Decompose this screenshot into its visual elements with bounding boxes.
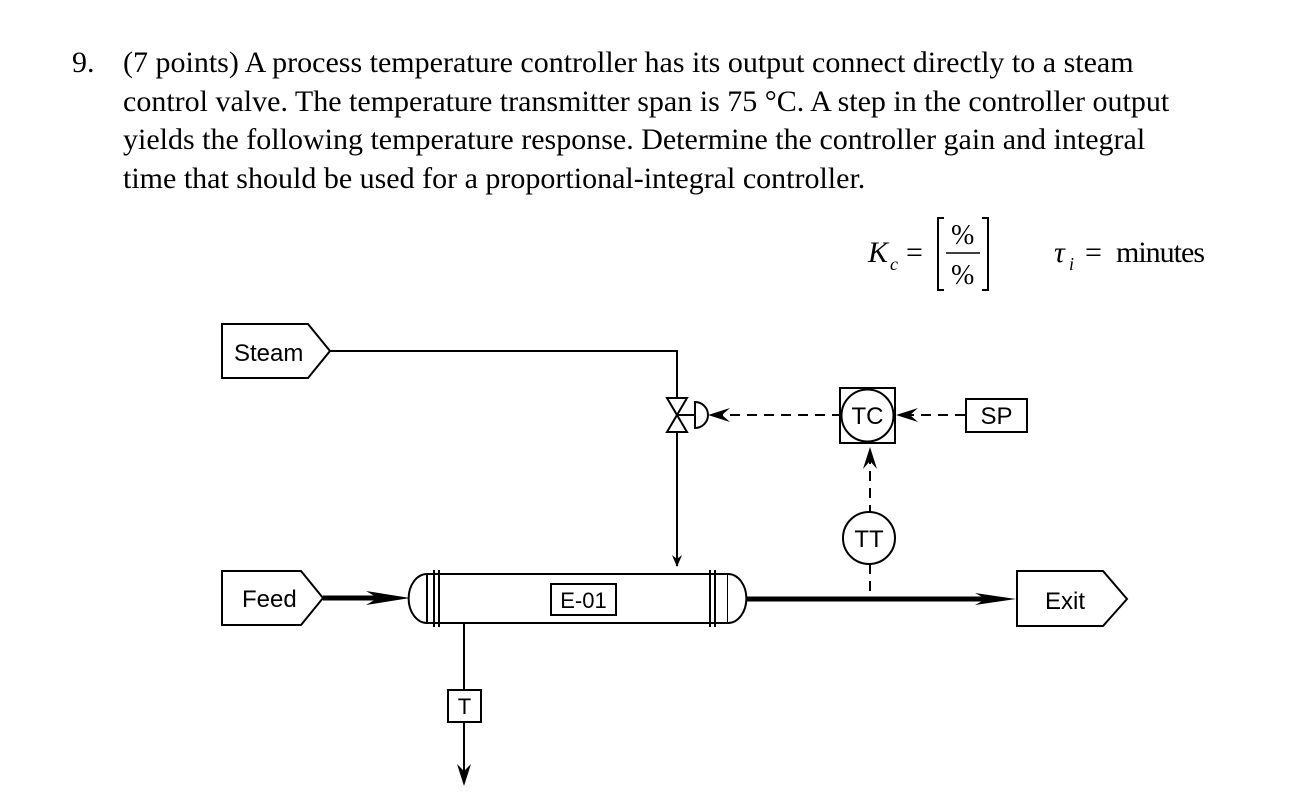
feed-stream-tag[interactable]: Feed [221,570,325,626]
valve-body-upper [665,397,689,417]
control-valve[interactable] [665,397,709,433]
exit-stream-tag[interactable]: Exit [1016,570,1129,627]
right-head [727,573,748,624]
steam-label: Steam [234,340,303,367]
process-flow-diagram: Steam TC SP TT Feed E-01 Exit T [221,323,1129,786]
setpoint-label: SP [980,403,1012,430]
left-head [407,573,428,624]
transmitter-arrow-icon [863,447,877,469]
setpoint-block[interactable]: SP [965,398,1028,433]
temperature-transmitter[interactable]: TT [842,511,896,565]
signal-arrow-icon [708,408,730,422]
setpoint-arrow-icon [896,408,918,422]
feed-label: Feed [242,586,297,613]
exchanger-tag: E-01 [560,588,606,613]
trap-label: T [458,694,471,719]
valve-actuator-icon [694,400,709,430]
steam-trap[interactable]: T [447,689,482,723]
steam-line [330,350,678,398]
heat-exchanger[interactable]: E-01 [407,570,748,627]
temperature-controller[interactable]: TC [839,387,896,444]
exit-label: Exit [1045,588,1085,615]
controller-label: TC [852,403,884,430]
valve-body-lower [665,413,689,433]
transmitter-label: TT [854,526,884,553]
steam-stream-tag[interactable]: Steam [221,323,332,379]
